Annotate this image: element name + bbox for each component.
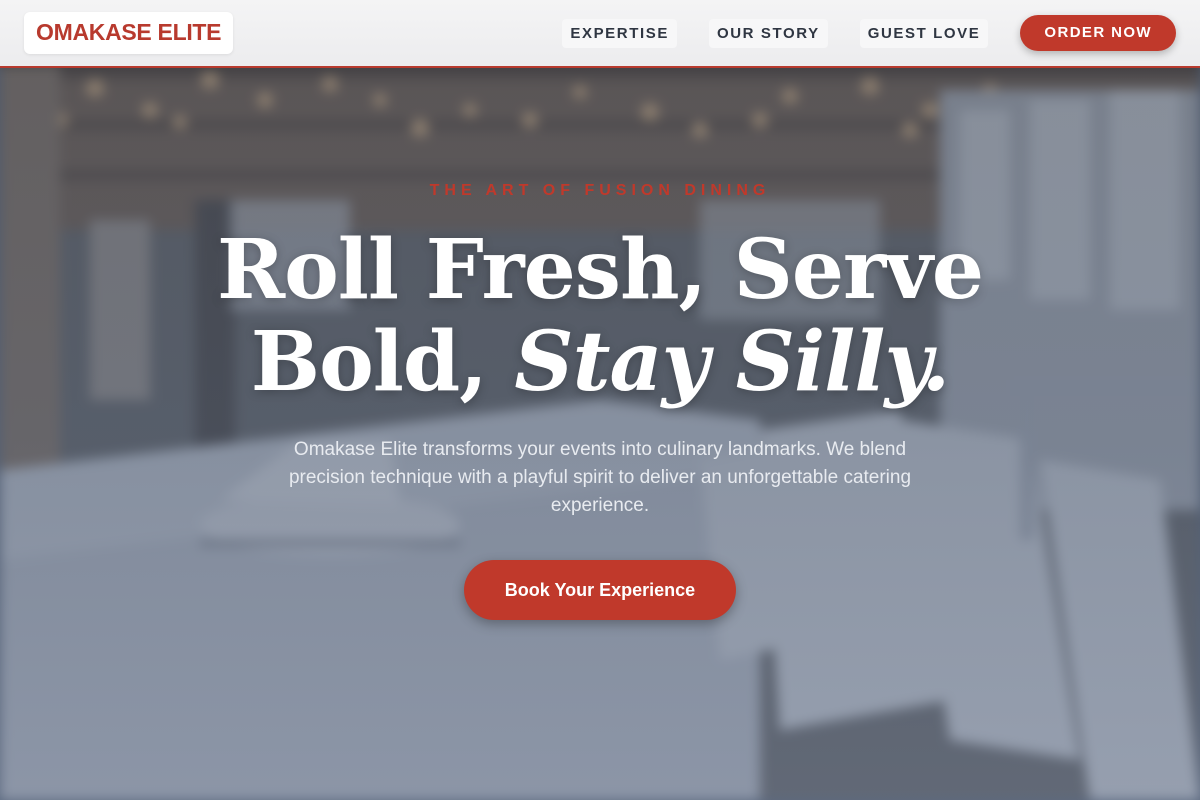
book-experience-button[interactable]: Book Your Experience [464, 560, 736, 620]
headline-line-2-plain: Bold, [250, 314, 515, 410]
nav-link-our-story[interactable]: OUR STORY [708, 18, 828, 48]
headline-line-1: Roll Fresh, Serve [216, 222, 984, 318]
hero-section: THE ART OF FUSION DINING Roll Fresh, Ser… [0, 68, 1200, 800]
hero-headline: Roll Fresh, Serve Bold, Stay Silly. [0, 224, 1200, 408]
hero-eyebrow: THE ART OF FUSION DINING [429, 182, 771, 199]
landing-page: OMAKASE ELITE EXPERTISE OUR STORY GUEST … [0, 0, 1200, 800]
hero-subtitle: Omakase Elite transforms your events int… [288, 439, 912, 516]
order-now-button[interactable]: ORDER NOW [1020, 15, 1176, 51]
brand-logo[interactable]: OMAKASE ELITE [24, 12, 234, 54]
site-header: OMAKASE ELITE EXPERTISE OUR STORY GUEST … [0, 0, 1200, 68]
nav-link-guest-love[interactable]: GUEST LOVE [859, 18, 989, 48]
headline-line-2-italic: Stay Silly. [514, 314, 950, 410]
nav-link-expertise[interactable]: EXPERTISE [562, 18, 677, 48]
main-nav: EXPERTISE OUR STORY GUEST LOVE ORDER NOW [530, 15, 1176, 51]
